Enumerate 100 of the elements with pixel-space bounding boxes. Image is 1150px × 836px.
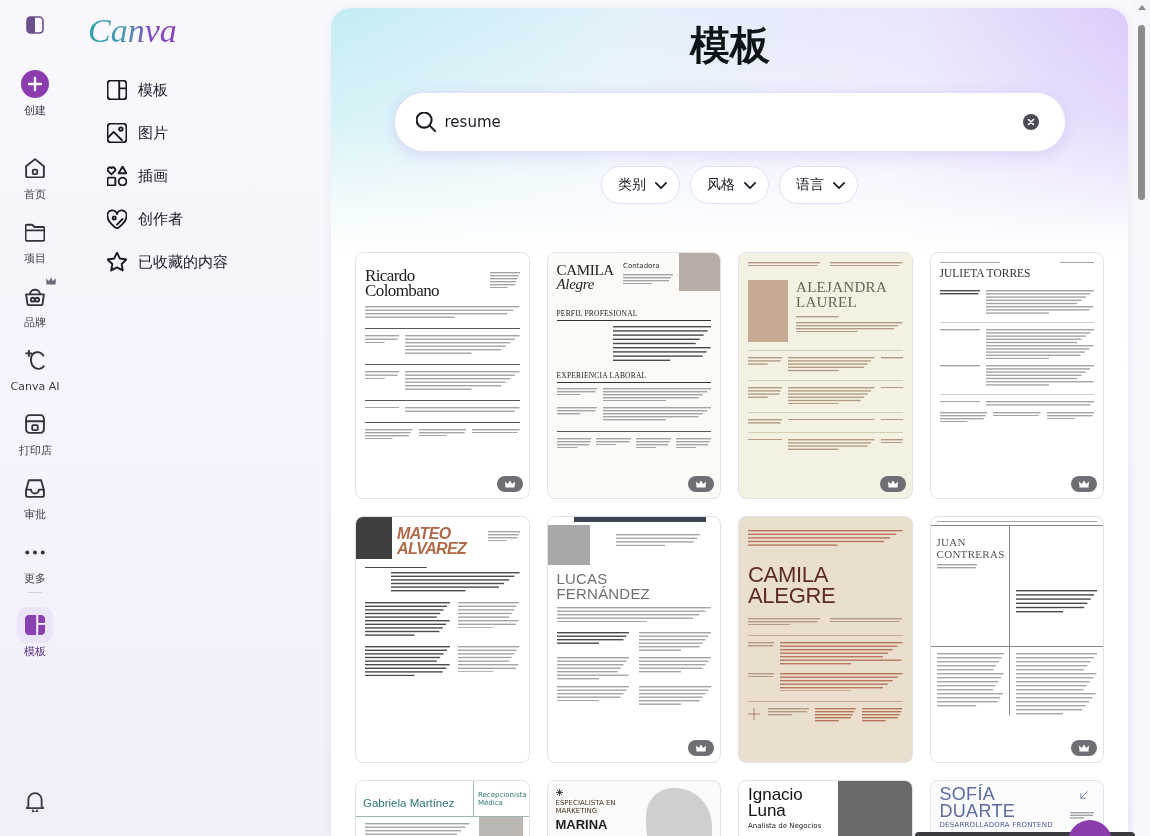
nav-item[interactable]: 更多 bbox=[3, 534, 67, 586]
resume-name: CAMILA Alegre bbox=[556, 263, 615, 291]
resume-name: Ricardo Colombano bbox=[365, 265, 440, 298]
placeholder-lines-drawing bbox=[1046, 411, 1094, 419]
resume-name: Gabriela Martínez bbox=[356, 781, 474, 816]
scroll-up-icon[interactable] bbox=[1137, 5, 1146, 10]
nav-item[interactable]: 项目 bbox=[3, 214, 67, 266]
image-icon bbox=[107, 123, 127, 143]
placeholder-lines-drawing bbox=[676, 437, 711, 449]
template-card[interactable]: ALEJANDRA LAUREL bbox=[738, 252, 913, 499]
placeholder-lines-drawing bbox=[365, 428, 413, 439]
menu-item[interactable]: 图片 bbox=[88, 115, 308, 151]
placeholder-lines-drawing bbox=[993, 411, 1041, 416]
scrollbar-thumb[interactable] bbox=[1138, 25, 1145, 200]
sparkle-icon bbox=[25, 350, 45, 370]
create-button[interactable]: 创建 bbox=[3, 70, 67, 118]
nav-item[interactable]: 打印店 bbox=[3, 406, 67, 458]
resume-name: ALEJANDRA LAUREL bbox=[796, 280, 889, 311]
resume-name: JULIETA TORRES bbox=[939, 266, 1032, 281]
store-icon bbox=[25, 414, 45, 434]
chevron-down-icon bbox=[833, 181, 845, 189]
placeholder-lines-drawing bbox=[748, 357, 782, 366]
resume-name: LUCAS FERNÁNDEZ bbox=[556, 571, 651, 601]
placeholder-lines-drawing bbox=[748, 418, 782, 424]
menu-item[interactable]: 已收藏的内容 bbox=[88, 244, 308, 280]
filter-dropdown[interactable]: 类别 bbox=[601, 166, 680, 204]
placeholder-lines-drawing bbox=[418, 428, 466, 436]
placeholder-lines-drawing bbox=[489, 272, 520, 289]
placeholder-lines-drawing bbox=[1060, 262, 1094, 264]
nav-item[interactable]: Canva AI bbox=[3, 342, 67, 394]
placeholder-lines-drawing bbox=[365, 370, 399, 380]
template-card[interactable]: CAMILA ALEGRE bbox=[738, 516, 913, 763]
template-card[interactable]: JULIETA TORRES bbox=[929, 252, 1104, 499]
resume-name: CAMILA ALEGRE bbox=[748, 563, 837, 606]
inbox-icon bbox=[25, 478, 45, 498]
nav-item[interactable]: 模板 bbox=[3, 607, 67, 659]
heart-icon bbox=[107, 209, 127, 229]
template-card[interactable]: Ricardo Colombano bbox=[355, 252, 530, 499]
search-field[interactable]: resume bbox=[393, 92, 1066, 152]
placeholder-lines-drawing bbox=[880, 418, 903, 421]
photo-placeholder bbox=[748, 280, 788, 343]
folder-icon bbox=[25, 222, 45, 242]
placeholder-lines-drawing bbox=[880, 438, 903, 443]
chevron-down-icon bbox=[744, 181, 756, 189]
nav-item[interactable]: 品牌 bbox=[3, 278, 67, 330]
placeholder-lines-drawing bbox=[472, 428, 520, 433]
placeholder-lines-drawing bbox=[748, 642, 774, 647]
placeholder-lines-drawing bbox=[458, 601, 520, 629]
resume-name: Ignacio Luna bbox=[748, 787, 804, 819]
sidebar-toggle-icon[interactable] bbox=[26, 16, 44, 34]
placeholder-lines-drawing bbox=[636, 437, 672, 449]
bell-icon[interactable] bbox=[26, 792, 44, 812]
placeholder-lines-drawing bbox=[556, 437, 592, 449]
nav-item[interactable]: 审批 bbox=[3, 470, 67, 522]
template-card[interactable]: JUAN CONTRERAS bbox=[929, 516, 1104, 763]
placeholder-lines-drawing bbox=[748, 672, 774, 677]
placeholder-lines-drawing bbox=[939, 400, 980, 403]
placeholder-lines-drawing bbox=[861, 708, 903, 722]
placeholder-lines-drawing bbox=[768, 708, 809, 716]
placeholder-lines-drawing bbox=[880, 357, 903, 359]
arrow-icon bbox=[1080, 791, 1088, 799]
menu-item[interactable]: 模板 bbox=[88, 72, 308, 108]
placeholder-lines-drawing bbox=[487, 531, 520, 542]
menu-item[interactable]: 插画 bbox=[88, 158, 308, 194]
placeholder-lines-drawing bbox=[596, 437, 632, 446]
placeholder-lines-drawing bbox=[939, 365, 980, 367]
template-card[interactable]: LUCAS FERNÁNDEZ bbox=[546, 516, 721, 763]
nav-item[interactable]: 首页 bbox=[3, 150, 67, 202]
filter-dropdown[interactable]: 语言 bbox=[779, 166, 858, 204]
resume-name: MATEO ALVAREZ bbox=[396, 524, 469, 556]
placeholder-lines-drawing bbox=[880, 386, 903, 388]
layout-icon bbox=[17, 607, 53, 643]
plus-icon bbox=[21, 70, 49, 98]
asterisk-icon bbox=[555, 789, 563, 796]
chevron-down-icon bbox=[655, 181, 667, 189]
resume-name: MARINA bbox=[555, 818, 609, 832]
page-title: 模板 bbox=[689, 21, 770, 70]
placeholder-lines-drawing bbox=[939, 290, 980, 295]
template-card[interactable]: MATEO ALVAREZ bbox=[355, 516, 530, 763]
clear-icon[interactable] bbox=[1022, 114, 1039, 130]
placeholder-lines-drawing bbox=[939, 262, 1000, 264]
placeholder-lines-drawing bbox=[748, 438, 782, 440]
placeholder-lines-drawing bbox=[365, 406, 399, 409]
placeholder-lines-drawing bbox=[939, 329, 980, 331]
placeholder-lines-drawing bbox=[365, 334, 399, 344]
placeholder-lines-drawing bbox=[556, 388, 597, 396]
resume-name: JUAN CONTRERAS bbox=[936, 536, 1004, 561]
photo-placeholder bbox=[547, 525, 590, 565]
bag-icon bbox=[25, 286, 45, 306]
more-icon bbox=[25, 549, 45, 555]
placeholder-lines-drawing bbox=[556, 407, 597, 415]
floating-action-button[interactable] bbox=[1068, 820, 1112, 836]
search-input[interactable]: resume bbox=[444, 110, 1014, 134]
filter-dropdown[interactable]: 风格 bbox=[690, 166, 769, 204]
placeholder-lines-drawing bbox=[365, 567, 427, 569]
menu-item[interactable]: 创作者 bbox=[88, 201, 308, 237]
placeholder-lines-drawing bbox=[458, 645, 520, 673]
resume-name: SOFÍA DUARTE bbox=[939, 785, 1016, 820]
placeholder-lines-drawing bbox=[623, 274, 673, 285]
placeholder-lines-drawing bbox=[1070, 812, 1094, 819]
